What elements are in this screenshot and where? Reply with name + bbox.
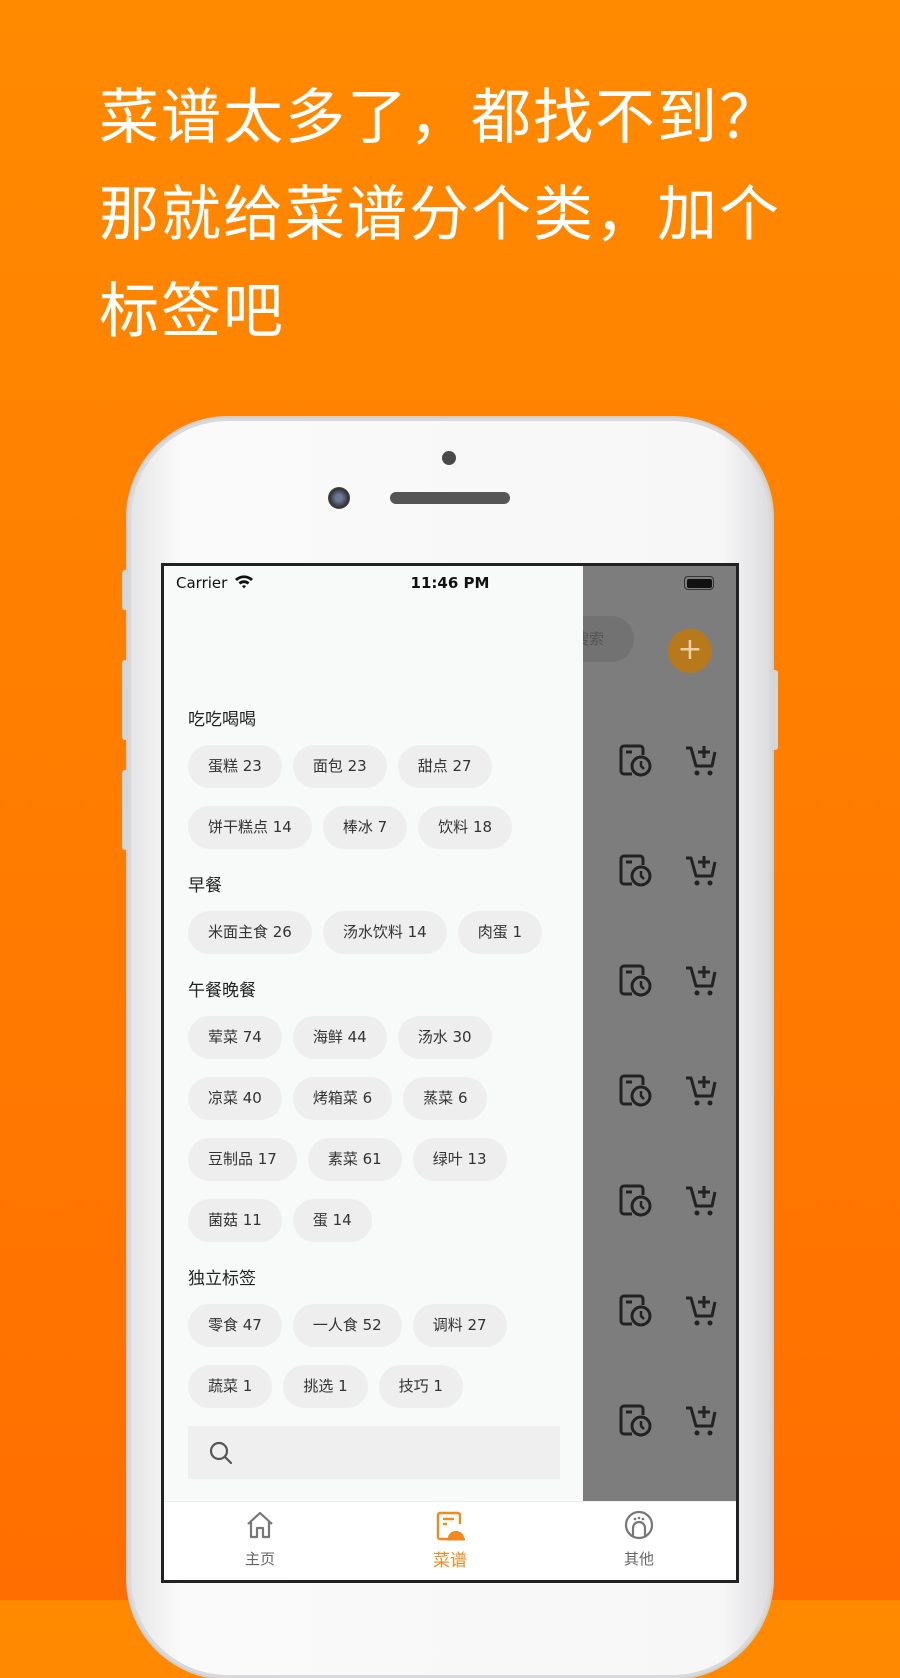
tag-chip[interactable]: 绿叶 13	[412, 1138, 507, 1181]
schedule-icon	[619, 1074, 652, 1107]
recipe-icon	[436, 1511, 465, 1541]
tab-other[interactable]: 其他	[579, 1502, 699, 1580]
search-icon	[209, 1441, 233, 1464]
schedule-icon	[619, 744, 652, 777]
tag-chip[interactable]: 调料 27	[412, 1304, 507, 1347]
tag-chip[interactable]: 素菜 61	[307, 1138, 402, 1181]
phone-screen: 搜索 + 吃吃喝喝 蛋糕 23 面包 23 甜点 27 饼干糕点 14 棒冰 7 饮料 18…	[161, 563, 739, 1583]
tag-chip[interactable]: 烤箱菜 6	[292, 1077, 393, 1120]
tag-list: 荤菜 74 海鲜 44 汤水 30 凉菜 40 烤箱菜 6 蒸菜 6 豆制品 17 素菜 61…	[188, 1016, 568, 1242]
volume-down-button	[122, 770, 128, 850]
tag-chip[interactable]: 蛋糕 23	[188, 745, 282, 788]
proximity-sensor	[442, 451, 456, 465]
tag-chip[interactable]: 一人食 52	[292, 1304, 402, 1347]
section-title: 独立标签	[188, 1269, 256, 1289]
tag-chip[interactable]: 挑选 1	[283, 1365, 368, 1408]
tag-chip[interactable]: 凉菜 40	[188, 1077, 282, 1120]
schedule-icon	[619, 1404, 652, 1437]
tab-home[interactable]: 主页	[200, 1502, 320, 1580]
tab-label: 菜谱	[433, 1551, 467, 1571]
home-icon	[247, 1511, 273, 1539]
tag-search-input[interactable]	[188, 1426, 560, 1479]
tag-sections: 吃吃喝喝蛋糕 23 面包 23 甜点 27 饼干糕点 14 棒冰 7 饮料 18 早餐米面主…	[188, 705, 568, 1430]
tag-list: 蛋糕 23 面包 23 甜点 27 饼干糕点 14 棒冰 7 饮料 18	[188, 745, 568, 849]
add-to-cart-icon	[686, 1296, 717, 1326]
tag-chip[interactable]: 面包 23	[292, 745, 387, 788]
tag-chip[interactable]: 荤菜 74	[188, 1016, 282, 1059]
front-camera	[328, 487, 350, 509]
tab-label: 主页	[244, 1550, 275, 1568]
section-title: 午餐晚餐	[188, 981, 256, 1001]
tag-chip[interactable]: 汤水饮料 14	[322, 911, 447, 954]
schedule-icon	[619, 854, 652, 887]
tag-chip[interactable]: 技巧 1	[378, 1365, 463, 1408]
schedule-icon	[619, 1294, 652, 1327]
tag-chip[interactable]: 海鲜 44	[292, 1016, 387, 1059]
other-icon	[624, 1510, 654, 1540]
headline: 菜谱太多了，都找不到？ 那就给菜谱分个类，加个 标签吧	[99, 70, 879, 361]
tag-chip[interactable]: 肉蛋 1	[457, 911, 543, 954]
tag-chip[interactable]: 饼干糕点 14	[188, 806, 312, 849]
tag-chip[interactable]: 饮料 18	[418, 806, 513, 849]
add-recipe-button: +	[668, 629, 712, 673]
add-to-cart-icon	[686, 1076, 717, 1106]
add-to-cart-icon	[686, 1406, 717, 1436]
tag-chip[interactable]: 蛋 14	[292, 1199, 372, 1242]
tag-chip[interactable]: 菌菇 11	[188, 1199, 282, 1242]
schedule-icon	[619, 1184, 652, 1217]
section-title: 吃吃喝喝	[188, 710, 256, 730]
power-button	[772, 670, 778, 750]
tag-chip[interactable]: 汤水 30	[397, 1016, 492, 1059]
volume-up-button	[122, 660, 128, 740]
mute-switch	[122, 570, 128, 610]
tag-chip[interactable]: 蔬菜 1	[188, 1365, 273, 1408]
tab-recipes[interactable]: 菜谱	[390, 1502, 510, 1580]
battery-icon	[684, 576, 714, 590]
tab-bar: 主页 菜谱 其他	[164, 1501, 736, 1580]
tag-chip[interactable]: 甜点 27	[397, 745, 492, 788]
add-to-cart-icon	[686, 966, 717, 996]
clock: 11:46 PM	[410, 574, 490, 592]
tag-list: 米面主食 26 汤水饮料 14 肉蛋 1	[188, 911, 568, 954]
tag-list: 零食 47 一人食 52 调料 27 蔬菜 1 挑选 1 技巧 1	[188, 1304, 568, 1408]
tag-chip[interactable]: 棒冰 7	[322, 806, 408, 849]
tag-chip[interactable]: 零食 47	[188, 1304, 282, 1347]
headline-line: 标签吧	[99, 277, 285, 347]
tag-drawer: 吃吃喝喝蛋糕 23 面包 23 甜点 27 饼干糕点 14 棒冰 7 饮料 18 早餐米面主…	[164, 566, 583, 1501]
tag-chip[interactable]: 蒸菜 6	[403, 1077, 488, 1120]
headline-line: 那就给菜谱分个类，加个	[99, 180, 781, 250]
schedule-icon	[619, 964, 652, 997]
add-to-cart-icon	[686, 1186, 717, 1216]
headline-line: 菜谱太多了，都找不到？	[99, 83, 781, 153]
status-bar: Carrier 11:46 PM	[164, 566, 736, 602]
add-to-cart-icon	[686, 856, 717, 886]
earpiece-speaker	[390, 492, 510, 504]
section-title: 早餐	[188, 876, 222, 896]
tab-label: 其他	[623, 1550, 654, 1568]
tag-chip[interactable]: 豆制品 17	[188, 1138, 297, 1181]
add-to-cart-icon	[686, 746, 717, 776]
tag-chip[interactable]: 米面主食 26	[188, 911, 312, 954]
